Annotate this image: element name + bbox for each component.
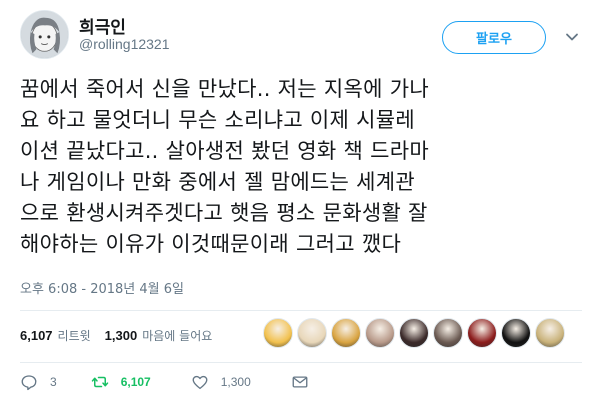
tweet-text-line: 해야하는 이유가 이것때문이래 그러고 깼다 [20,232,402,256]
tweet-text-line: 으로 환생시켜주겟다고 햇음 평소 문화생활 잘 [20,201,428,225]
liker-avatar[interactable] [399,318,429,348]
liker-avatar[interactable] [365,318,395,348]
avatar-illustration [21,11,68,58]
liker-avatar[interactable] [331,318,361,348]
liker-avatar[interactable] [535,318,565,348]
retweet-button[interactable]: 6,107 [91,373,151,391]
likes-stat[interactable]: 1,300 마음에 들어요 [105,327,213,344]
tweet-header: 희극인 @rolling12321 팔로우 [0,0,602,62]
reply-button[interactable]: 3 [20,373,57,391]
like-button[interactable]: 1,300 [191,373,251,391]
display-name[interactable]: 희극인 [79,13,126,38]
tweet-text-line: 나 게임이나 만화 중에서 젤 맘에드는 세계관 [20,170,416,194]
follow-button[interactable]: 팔로우 [442,21,546,54]
liker-avatar[interactable] [263,318,293,348]
direct-message-button[interactable] [291,373,309,391]
divider [20,362,582,363]
tweet-text-line: 이션 끝났다고.. 살아생전 봤던 영화 책 드라마 [20,139,429,163]
heart-icon [192,375,208,390]
liker-avatars [263,318,569,348]
retweets-stat-label: 리트윗 [57,328,91,343]
tweet-text-line: 요 하고 물엇더니 무슨 소리냐고 이제 시뮬레 [20,108,416,132]
retweets-stat[interactable]: 6,107 리트윗 [20,327,91,344]
likes-stat-label: 마음에 들어요 [142,328,213,343]
tweet-text-line: 꿈에서 죽어서 신을 만났다.. 저는 지옥에 가나 [20,77,429,101]
tweet-text: 꿈에서 죽어서 신을 만났다.. 저는 지옥에 가나 요 하고 물엇더니 무슨 … [20,74,590,260]
like-count: 1,300 [220,375,251,389]
tweet-actions: 3 6,107 1,300 [20,371,309,393]
tweet-stats: 6,107 리트윗 1,300 마음에 들어요 [20,323,226,347]
reply-icon [21,375,37,391]
liker-avatar[interactable] [297,318,327,348]
liker-avatar[interactable] [467,318,497,348]
chevron-down-icon[interactable] [565,30,579,44]
likes-stat-count: 1,300 [104,327,138,343]
follow-button-label: 팔로우 [476,32,512,47]
envelope-icon [292,376,308,388]
user-handle[interactable]: @rolling12321 [79,36,170,52]
liker-avatar[interactable] [501,318,531,348]
divider [20,310,582,311]
retweet-icon [91,376,108,388]
retweet-count: 6,107 [120,375,151,389]
tweet-timestamp[interactable]: 오후 6:08 - 2018년 4월 6일 [20,278,184,297]
retweets-stat-count: 6,107 [20,327,53,343]
reply-count: 3 [50,375,57,389]
user-avatar[interactable] [20,10,69,59]
liker-avatar[interactable] [433,318,463,348]
